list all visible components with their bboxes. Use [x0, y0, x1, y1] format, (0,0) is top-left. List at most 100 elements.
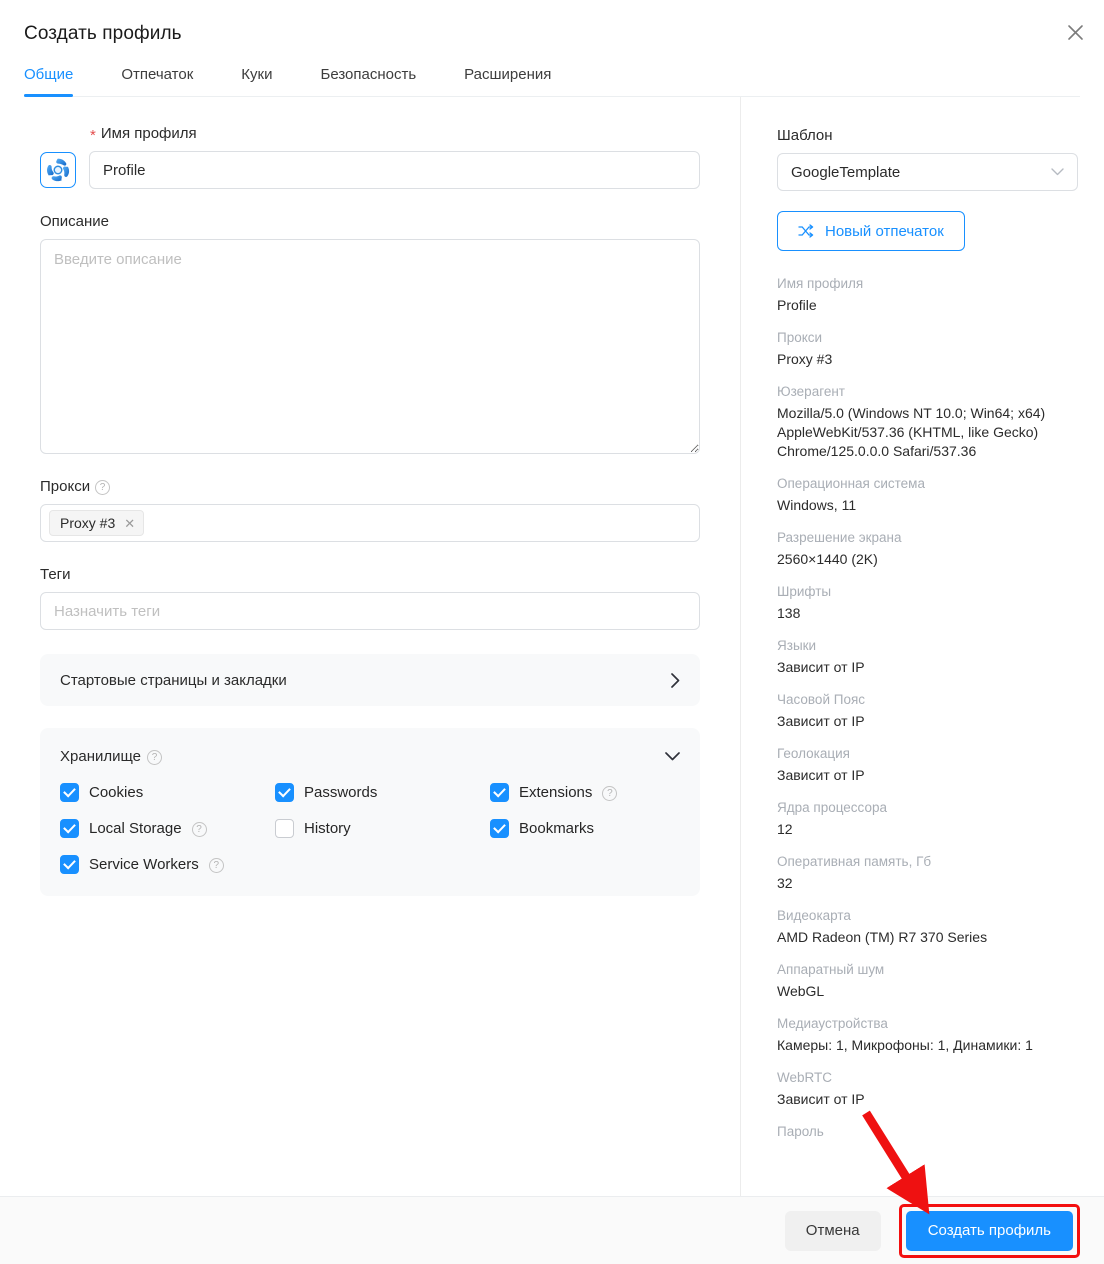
- close-small-icon[interactable]: ✕: [124, 517, 135, 530]
- info-value: 32: [777, 875, 793, 891]
- label-text: Имя профиля: [100, 125, 197, 142]
- help-icon[interactable]: ?: [602, 786, 618, 801]
- template-label: Шаблон: [777, 127, 833, 144]
- description-field-group: Описание: [40, 213, 700, 454]
- info-row-gpu: Видеокарта AMD Radeon (TM) R7 370 Series: [777, 907, 1078, 947]
- new-fingerprint-label: Новый отпечаток: [825, 222, 944, 240]
- info-value: WebGL: [777, 983, 825, 999]
- startpages-label: Стартовые страницы и закладки: [60, 671, 287, 689]
- info-key: Прокси: [777, 330, 823, 345]
- info-key: Оперативная память, Гб: [777, 854, 932, 869]
- tab-extensions[interactable]: Расширения: [464, 62, 551, 96]
- chevron-down-icon[interactable]: [1051, 168, 1064, 176]
- info-row-os: Операционная система Windows, 11: [777, 475, 1078, 515]
- info-value: Profile: [777, 297, 817, 313]
- modal-header: Создать профиль Общие Отпечаток Куки Без…: [0, 0, 1104, 97]
- info-value: Windows, 11: [777, 497, 857, 513]
- profile-name-input[interactable]: [89, 151, 700, 189]
- proxy-field-group: Прокси ? Proxy #3 ✕: [40, 478, 700, 542]
- info-value: Proxy #3: [777, 351, 833, 367]
- info-row-fonts: Шрифты 138: [777, 583, 1078, 623]
- info-key: Аппаратный шум: [777, 962, 885, 977]
- checkbox-passwords[interactable]: Passwords: [275, 783, 490, 802]
- proxy-select[interactable]: Proxy #3 ✕: [40, 504, 700, 542]
- proxy-token[interactable]: Proxy #3 ✕: [49, 510, 145, 536]
- checkbox-bookmarks[interactable]: Bookmarks: [490, 819, 705, 838]
- checkbox-label: Bookmarks: [519, 820, 595, 837]
- tab-security[interactable]: Безопасность: [320, 62, 416, 96]
- checkbox-box[interactable]: [60, 819, 79, 838]
- storage-options-grid: Cookies Passwords Extensions ? Local Sto…: [60, 783, 680, 874]
- description-label: Описание: [40, 213, 110, 230]
- template-selected-value: GoogleTemplate: [791, 163, 901, 181]
- info-row-timezone: Часовой Пояс Зависит от IP: [777, 691, 1078, 731]
- checkbox-box[interactable]: [275, 783, 294, 802]
- info-key: Юзерагент: [777, 384, 845, 399]
- tags-field-group: Теги: [40, 566, 700, 630]
- storage-header[interactable]: Хранилище ?: [60, 748, 680, 765]
- tab-fingerprint[interactable]: Отпечаток: [121, 62, 193, 96]
- checkbox-label: Cookies: [89, 784, 144, 801]
- tags-label: Теги: [40, 566, 71, 583]
- help-icon[interactable]: ?: [147, 750, 162, 765]
- tab-general[interactable]: Общие: [24, 62, 74, 97]
- required-marker: *: [90, 127, 96, 144]
- checkbox-box[interactable]: [60, 783, 79, 802]
- close-icon[interactable]: [1058, 15, 1092, 49]
- checkbox-box[interactable]: [490, 783, 509, 802]
- fingerprint-summary-pane: Шаблон GoogleTemplate Новый отпечаток Им…: [740, 97, 1104, 1196]
- info-key: Операционная система: [777, 476, 925, 491]
- storage-section: Хранилище ? Cookies Passwords Extensions…: [40, 728, 700, 896]
- proxy-label: Прокси ?: [40, 478, 700, 495]
- info-value: Зависит от IP: [777, 767, 865, 783]
- tab-label: Куки: [241, 66, 273, 83]
- template-select[interactable]: GoogleTemplate: [777, 153, 1078, 191]
- tab-label: Безопасность: [320, 66, 417, 83]
- info-row-proxy: Прокси Proxy #3: [777, 329, 1078, 369]
- info-row-ram: Оперативная память, Гб 32: [777, 853, 1078, 893]
- tab-label: Общие: [24, 66, 74, 83]
- profile-name-label: * Имя профиля: [40, 125, 700, 144]
- modal-body: * Имя профиля Profile Описание Введите о…: [0, 97, 1104, 1196]
- help-icon[interactable]: ?: [208, 858, 224, 873]
- info-row-geolocation: Геолокация Зависит от IP: [777, 745, 1078, 785]
- checkbox-extensions[interactable]: Extensions ?: [490, 783, 705, 802]
- info-key: WebRTC: [777, 1070, 833, 1085]
- help-icon[interactable]: ?: [95, 480, 111, 495]
- cancel-button[interactable]: Отмена: [784, 1210, 881, 1251]
- checkbox-cookies[interactable]: Cookies: [60, 783, 275, 802]
- create-profile-button[interactable]: Создать профиль: [905, 1210, 1073, 1251]
- info-key: Видеокарта: [777, 908, 851, 923]
- label-text: Прокси: [40, 478, 91, 495]
- info-value: AMD Radeon (TM) R7 370 Series: [777, 929, 988, 945]
- startpages-bookmarks-row[interactable]: Стартовые страницы и закладки: [40, 654, 700, 706]
- checkbox-box[interactable]: [60, 855, 79, 874]
- checkbox-box[interactable]: [490, 819, 509, 838]
- checkbox-box[interactable]: [275, 819, 294, 838]
- modal-footer: Отмена Создать профиль: [0, 1196, 1104, 1264]
- info-value: Зависит от IP: [777, 659, 865, 675]
- info-row-hardware-noise: Аппаратный шум WebGL: [777, 961, 1078, 1001]
- chevron-right-icon[interactable]: [671, 672, 680, 688]
- description-textarea[interactable]: [40, 239, 700, 454]
- info-row-languages: Языки Зависит от IP: [777, 637, 1078, 677]
- checkbox-label: History: [304, 820, 351, 837]
- tab-cookies[interactable]: Куки: [241, 62, 272, 96]
- profile-avatar-icon[interactable]: [40, 152, 76, 188]
- info-key: Языки: [777, 638, 817, 653]
- checkbox-local-storage[interactable]: Local Storage ?: [60, 819, 275, 838]
- info-value: 138: [777, 605, 801, 621]
- new-fingerprint-button[interactable]: Новый отпечаток: [777, 211, 965, 251]
- checkbox-label: Local Storage: [89, 820, 182, 837]
- info-key: Шрифты: [777, 584, 832, 599]
- storage-label: Хранилище: [60, 748, 141, 765]
- help-icon[interactable]: ?: [191, 822, 207, 837]
- tab-bar: Общие Отпечаток Куки Безопасность Расшир…: [24, 62, 1080, 97]
- info-key: Пароль: [777, 1124, 824, 1139]
- checkbox-service-workers[interactable]: Service Workers ?: [60, 855, 275, 874]
- chevron-down-icon[interactable]: [665, 752, 680, 761]
- checkbox-history[interactable]: History: [275, 819, 490, 838]
- tags-input[interactable]: [40, 592, 700, 630]
- tab-label: Отпечаток: [121, 66, 194, 83]
- profile-name-field-group: * Имя профиля: [40, 125, 700, 189]
